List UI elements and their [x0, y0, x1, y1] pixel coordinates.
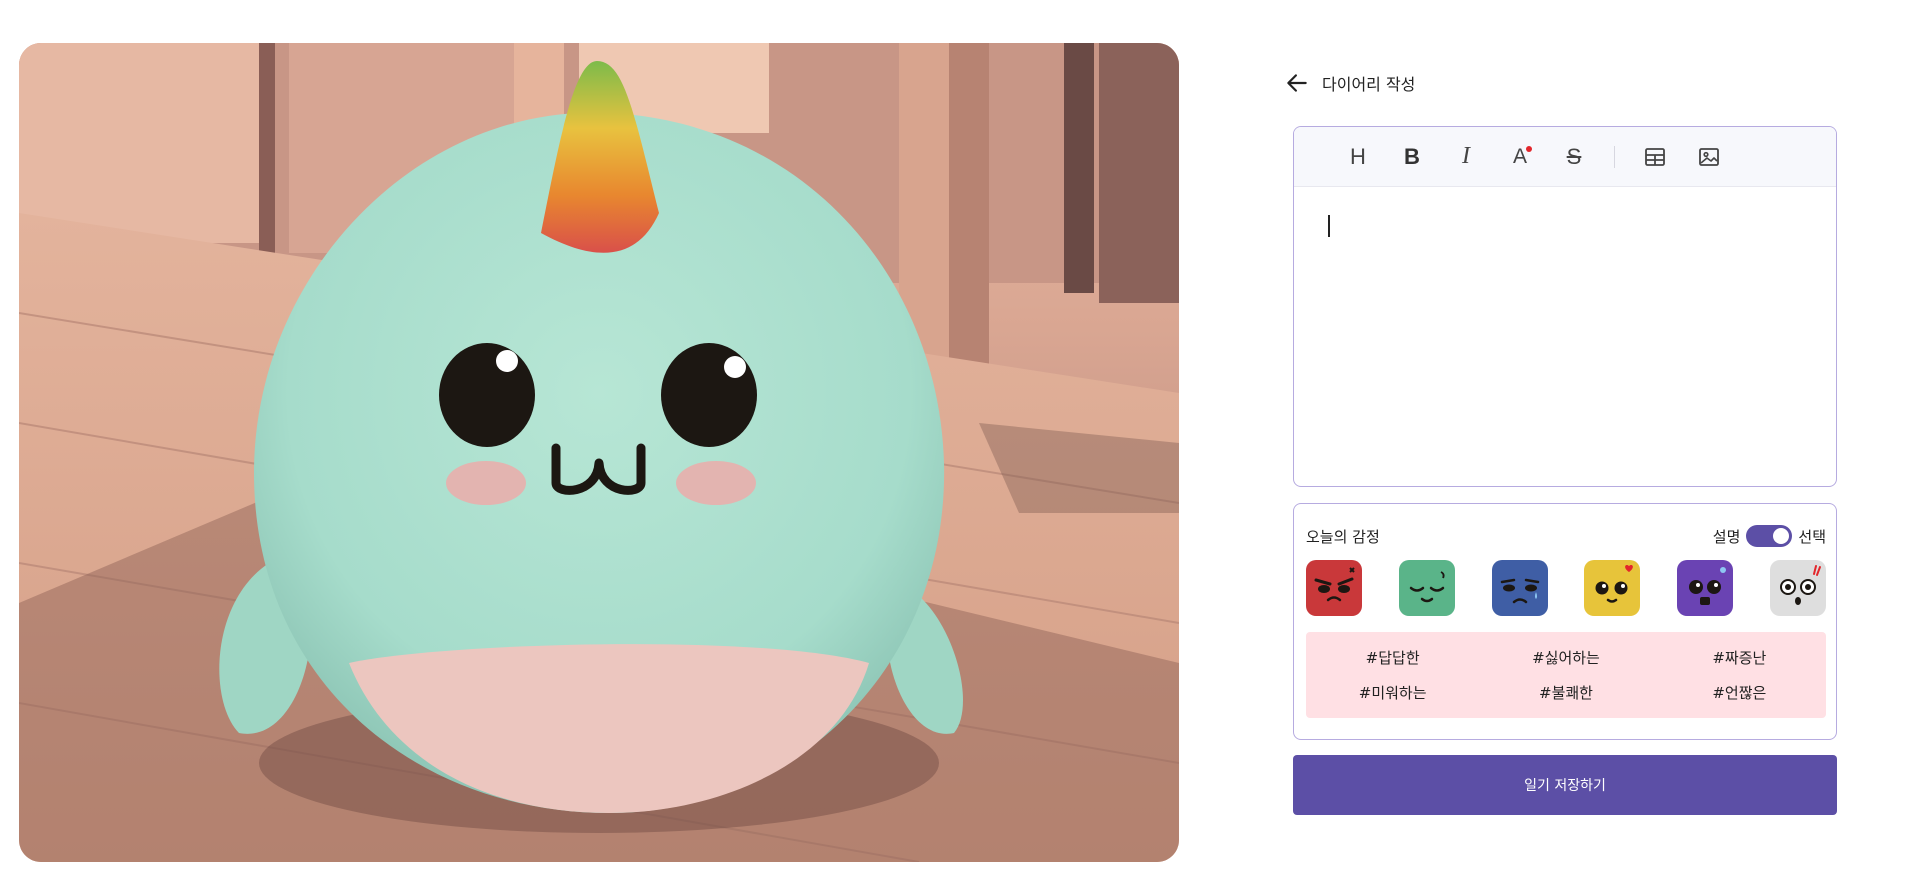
emotion-tag[interactable]: #싫어하는: [1479, 647, 1652, 668]
editor-content-area[interactable]: [1294, 187, 1836, 486]
italic-icon: I: [1462, 143, 1470, 169]
toggle-knob: [1773, 528, 1790, 544]
emotion-tag[interactable]: #언짢은: [1653, 682, 1826, 703]
save-diary-button[interactable]: 일기 저장하기: [1293, 755, 1837, 815]
image-icon: [1699, 147, 1719, 166]
character-scene-image: [19, 43, 1179, 862]
emotion-tag[interactable]: #답답한: [1306, 647, 1479, 668]
italic-button[interactable]: I: [1450, 141, 1482, 173]
bold-icon: B: [1404, 143, 1420, 169]
back-arrow-icon[interactable]: [1284, 70, 1310, 96]
emotion-tag[interactable]: #미워하는: [1306, 682, 1479, 703]
love-face-button[interactable]: [1584, 560, 1641, 616]
strikethrough-button[interactable]: S: [1558, 141, 1590, 173]
surprised-face-button[interactable]: [1769, 560, 1826, 616]
table-icon: [1645, 147, 1665, 166]
emotion-title: 오늘의 감정: [1306, 527, 1380, 546]
diary-panel: 다이어리 작성 H B I A S 오늘의 감정 설명 선택 #답답한 #싫어하…: [1280, 60, 1840, 815]
content-face-button[interactable]: [1398, 560, 1455, 616]
strikethrough-icon: S: [1566, 143, 1582, 169]
anxious-face-button[interactable]: [1677, 560, 1734, 616]
table-button[interactable]: [1639, 141, 1671, 173]
sad-face-icon: [1500, 578, 1539, 604]
content-face-icon: [1409, 571, 1445, 603]
page-title: 다이어리 작성: [1322, 75, 1416, 94]
love-face-icon: [1595, 564, 1634, 603]
emotion-face-list: [1294, 550, 1836, 616]
sad-face-button[interactable]: [1491, 560, 1548, 616]
angry-face-button[interactable]: [1306, 560, 1362, 616]
text-caret: [1328, 215, 1330, 237]
image-button[interactable]: [1693, 141, 1725, 173]
editor-toolbar: H B I A S: [1294, 127, 1836, 187]
narwhal-character-illustration: [19, 43, 1179, 862]
emotion-header: 오늘의 감정 설명 선택: [1294, 504, 1836, 550]
angry-face-icon: [1314, 567, 1355, 602]
heading-icon: H: [1350, 143, 1366, 169]
toolbar-divider: [1614, 145, 1615, 168]
description-toggle: 설명 선택: [1713, 525, 1826, 547]
emotion-tag[interactable]: #불쾌한: [1479, 682, 1652, 703]
emotion-tag[interactable]: #짜증난: [1653, 647, 1826, 668]
bold-button[interactable]: B: [1396, 141, 1428, 173]
toggle-label-left: 설명: [1712, 527, 1741, 546]
text-color-icon: A: [1513, 145, 1532, 169]
toggle-switch[interactable]: [1746, 525, 1793, 547]
text-color-button[interactable]: A: [1504, 141, 1536, 173]
diary-editor: H B I A S: [1293, 126, 1837, 487]
toggle-label-right: 선택: [1798, 527, 1826, 546]
heading-button[interactable]: H: [1342, 141, 1374, 173]
emotion-tag-list: #답답한 #싫어하는 #짜증난 #미워하는 #불쾌한 #언짢은: [1306, 632, 1826, 718]
surprised-face-icon: [1779, 565, 1821, 605]
anxious-face-icon: [1689, 567, 1727, 605]
header-row: 다이어리 작성: [1280, 60, 1840, 106]
emotion-section: 오늘의 감정 설명 선택 #답답한 #싫어하는 #짜증난 #미워하는 #불쾌한 …: [1293, 503, 1837, 740]
